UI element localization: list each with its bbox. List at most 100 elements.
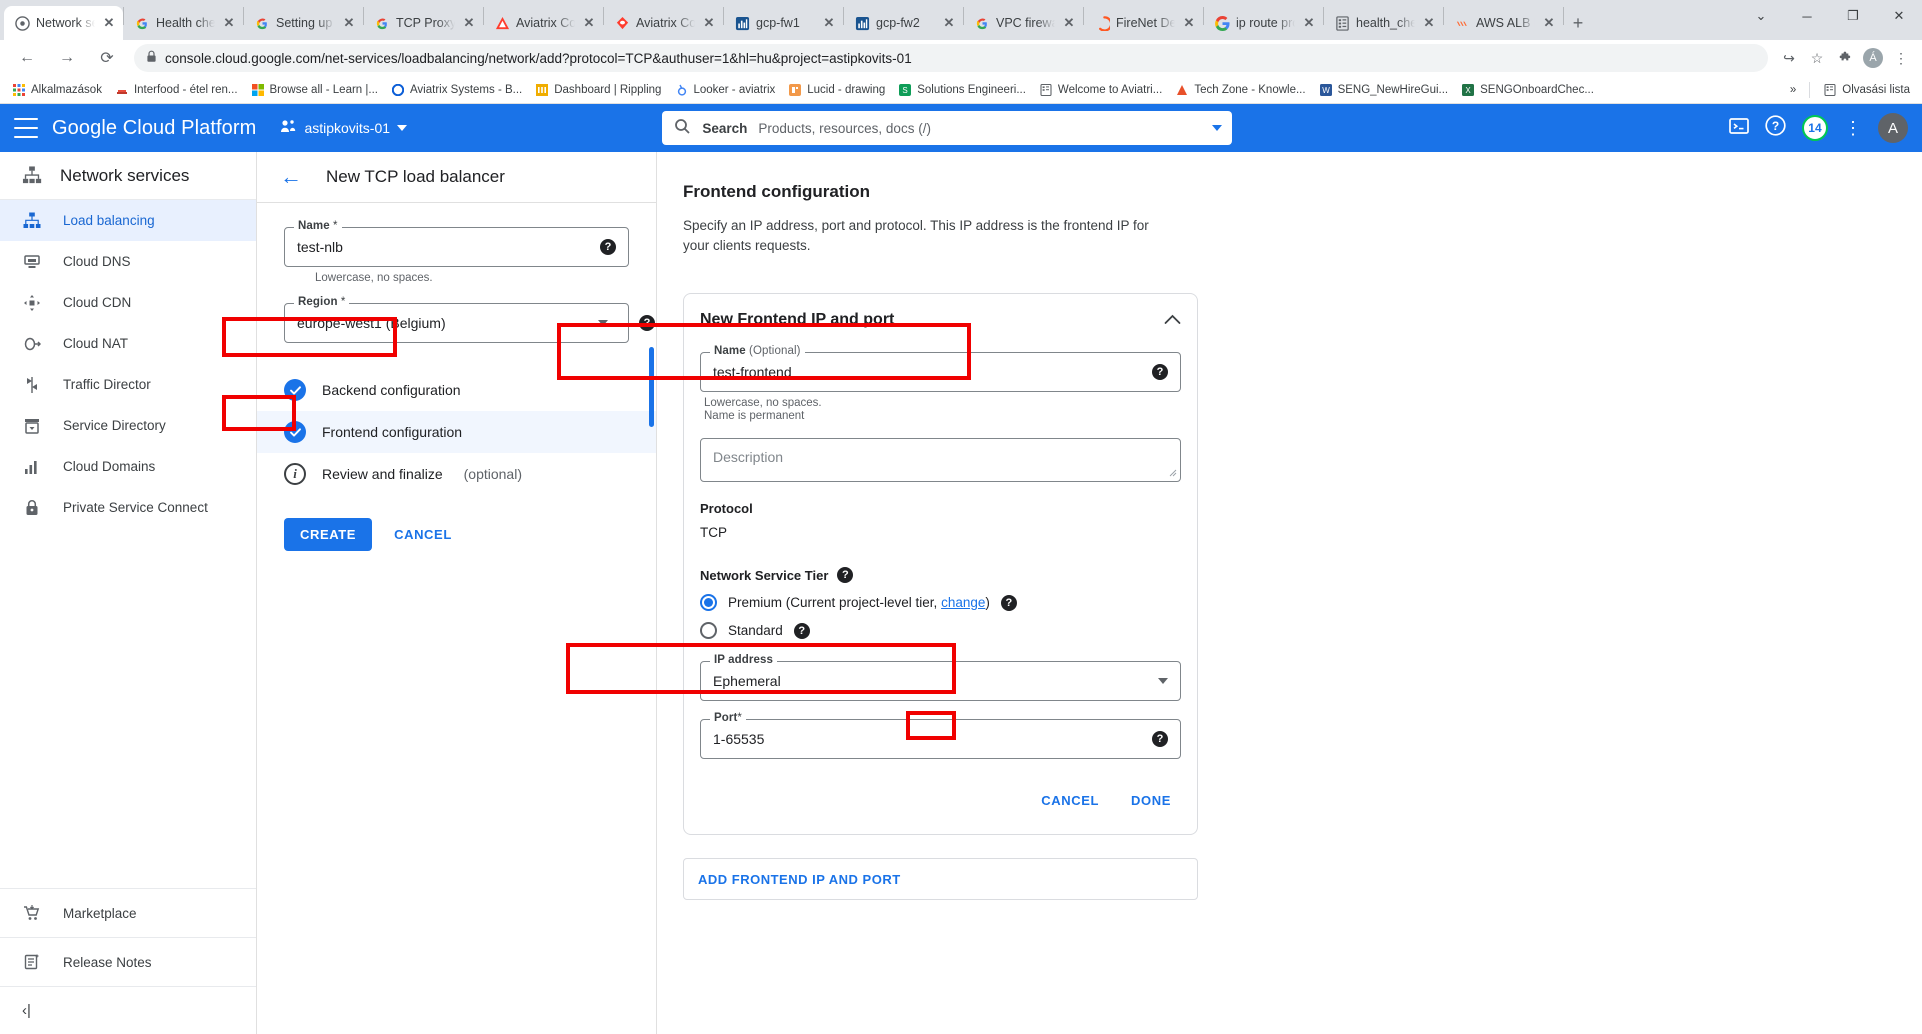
reload-icon[interactable]: ⟳ [93, 44, 121, 72]
extensions-puzzle-icon[interactable] [1832, 45, 1858, 71]
share-icon[interactable]: ↪ [1776, 45, 1802, 71]
description-textarea[interactable]: Description [700, 438, 1181, 482]
name-input[interactable]: Name * test-nlb ? [284, 227, 629, 267]
sidebar-item-private-service-connect[interactable]: Private Service Connect [0, 487, 256, 528]
reading-list-button[interactable]: Olvasási lista [1817, 80, 1916, 100]
card-cancel-button[interactable]: CANCEL [1031, 785, 1109, 816]
help-icon[interactable]: ? [600, 239, 616, 255]
maximize-button[interactable]: ❐ [1830, 0, 1876, 32]
step-backend-configuration[interactable]: Backend configuration [257, 369, 656, 411]
chevron-down-icon[interactable] [598, 320, 608, 326]
search-chevron-down-icon[interactable] [1212, 125, 1222, 131]
sidebar-item-load-balancing[interactable]: Load balancing [0, 200, 256, 241]
change-tier-link[interactable]: change [941, 595, 985, 610]
sidebar-item-cloud-domains[interactable]: Cloud Domains [0, 446, 256, 487]
bookmark-item[interactable]: Looker - aviatrix [668, 80, 781, 100]
account-avatar[interactable]: A [1878, 113, 1908, 143]
forward-icon[interactable]: → [53, 44, 81, 72]
port-input[interactable]: Port* 1-65535 ? [700, 719, 1181, 759]
tab-close-icon[interactable]: ✕ [221, 15, 237, 31]
bookmarks-overflow-button[interactable]: » [1784, 81, 1802, 99]
sidebar-item-cloud-dns[interactable]: Cloud DNS [0, 241, 256, 282]
cloud-shell-icon[interactable] [1729, 116, 1749, 141]
bookmark-item[interactable]: Aviatrix Systems - B... [385, 80, 528, 100]
bookmark-item[interactable]: X SENGOnboardChec... [1455, 80, 1600, 100]
tab-close-icon[interactable]: ✕ [1421, 15, 1437, 31]
panel-scrollbar[interactable] [649, 347, 654, 427]
bookmark-star-icon[interactable]: ☆ [1804, 45, 1830, 71]
browser-tab[interactable]: FireNet Det ✕ [1084, 6, 1203, 40]
tab-close-icon[interactable]: ✕ [341, 15, 357, 31]
new-tab-button[interactable]: + [1564, 9, 1592, 37]
sidebar-collapse-button[interactable]: ‹| [0, 986, 256, 1034]
help-icon[interactable]: ? [1152, 731, 1168, 747]
tab-close-icon[interactable]: ✕ [821, 15, 837, 31]
help-icon[interactable]: ? [1765, 115, 1786, 141]
tab-close-icon[interactable]: ✕ [941, 15, 957, 31]
tab-close-icon[interactable]: ✕ [701, 15, 717, 31]
browser-tab[interactable]: TCP Proxy L ✕ [364, 6, 483, 40]
tab-close-icon[interactable]: ✕ [1061, 15, 1077, 31]
browser-tab[interactable]: Aviatrix Con ✕ [484, 6, 603, 40]
back-arrow-icon[interactable]: ← [280, 166, 302, 188]
sidebar-item-service-directory[interactable]: Service Directory [0, 405, 256, 446]
tab-close-icon[interactable]: ✕ [1301, 15, 1317, 31]
more-options-icon[interactable]: ⋮ [1844, 119, 1862, 137]
project-picker[interactable]: astipkovits-01 [280, 118, 407, 138]
browser-tab[interactable]: AWS ALB H ✕ [1444, 6, 1563, 40]
tab-close-icon[interactable]: ✕ [461, 15, 477, 31]
step-review-and-finalize[interactable]: i Review and finalize (optional) [257, 453, 656, 495]
ip-address-select[interactable]: IP address Ephemeral [700, 661, 1181, 701]
bookmark-item[interactable]: Welcome to Aviatri... [1033, 80, 1168, 100]
back-icon[interactable]: ← [13, 44, 41, 72]
browser-menu-icon[interactable]: ⋮ [1888, 45, 1914, 71]
browser-tab[interactable]: Setting up T ✕ [244, 6, 363, 40]
gcp-logo[interactable]: Google Cloud Platform [52, 117, 256, 140]
tier-option-standard[interactable]: Standard ? [700, 622, 1181, 639]
create-button[interactable]: CREATE [284, 518, 372, 551]
help-icon[interactable]: ? [794, 623, 810, 639]
frontend-name-input[interactable]: Name (Optional) test-frontend ? [700, 352, 1181, 392]
bookmark-item[interactable]: Browse all - Learn |... [245, 80, 384, 100]
minimize-button[interactable]: ─ [1784, 0, 1830, 32]
tab-close-icon[interactable]: ✕ [101, 15, 117, 31]
step-frontend-configuration[interactable]: Frontend configuration [257, 411, 656, 453]
sidebar-item-release-notes[interactable]: Release Notes [0, 937, 256, 986]
menu-hamburger-icon[interactable] [14, 118, 38, 138]
browser-tab[interactable]: gcp-fw1 ✕ [724, 6, 843, 40]
browser-tab[interactable]: Health chec ✕ [124, 6, 243, 40]
browser-tab[interactable]: health_chec ✕ [1324, 6, 1443, 40]
search-input[interactable]: Search Products, resources, docs (/) [662, 111, 1232, 145]
radio-premium[interactable] [700, 594, 717, 611]
browser-tab[interactable]: Aviatrix Cop ✕ [604, 6, 723, 40]
help-icon[interactable]: ? [1152, 364, 1168, 380]
bookmark-item[interactable]: Alkalmazások [6, 80, 108, 100]
bookmark-item[interactable]: Interfood - étel ren... [109, 80, 244, 100]
sidebar-item-marketplace[interactable]: Marketplace [0, 888, 256, 937]
tier-option-premium[interactable]: Premium (Current project-level tier, cha… [700, 594, 1181, 611]
help-icon[interactable]: ? [837, 567, 853, 583]
sidebar-item-cloud-nat[interactable]: Cloud NAT [0, 323, 256, 364]
profile-avatar[interactable]: Á [1860, 45, 1886, 71]
help-icon[interactable]: ? [639, 315, 655, 331]
browser-tab[interactable]: Network se ✕ [4, 6, 123, 40]
browser-tab[interactable]: VPC firewall ✕ [964, 6, 1083, 40]
sidebar-item-cloud-cdn[interactable]: Cloud CDN [0, 282, 256, 323]
radio-standard[interactable] [700, 622, 717, 639]
resize-grip-icon[interactable] [1168, 468, 1177, 479]
close-window-button[interactable]: ✕ [1876, 0, 1922, 32]
bookmark-item[interactable]: Lucid - drawing [782, 80, 891, 100]
chevron-up-icon[interactable] [1164, 313, 1181, 328]
cancel-button[interactable]: CANCEL [386, 518, 460, 551]
browser-tab[interactable]: gcp-fw2 ✕ [844, 6, 963, 40]
sidebar-item-traffic-director[interactable]: Traffic Director [0, 364, 256, 405]
tab-close-icon[interactable]: ✕ [581, 15, 597, 31]
notifications-badge[interactable]: 14 [1802, 115, 1828, 141]
browser-tab[interactable]: ip route pro ✕ [1204, 6, 1323, 40]
url-input[interactable]: console.cloud.google.com/net-services/lo… [134, 44, 1768, 72]
bookmark-item[interactable]: W SENG_NewHireGui... [1313, 80, 1455, 100]
tab-search-icon[interactable]: ⌄ [1738, 0, 1784, 32]
bookmark-item[interactable]: Dashboard | Rippling [529, 80, 667, 100]
help-icon[interactable]: ? [1001, 595, 1017, 611]
tab-close-icon[interactable]: ✕ [1181, 15, 1197, 31]
